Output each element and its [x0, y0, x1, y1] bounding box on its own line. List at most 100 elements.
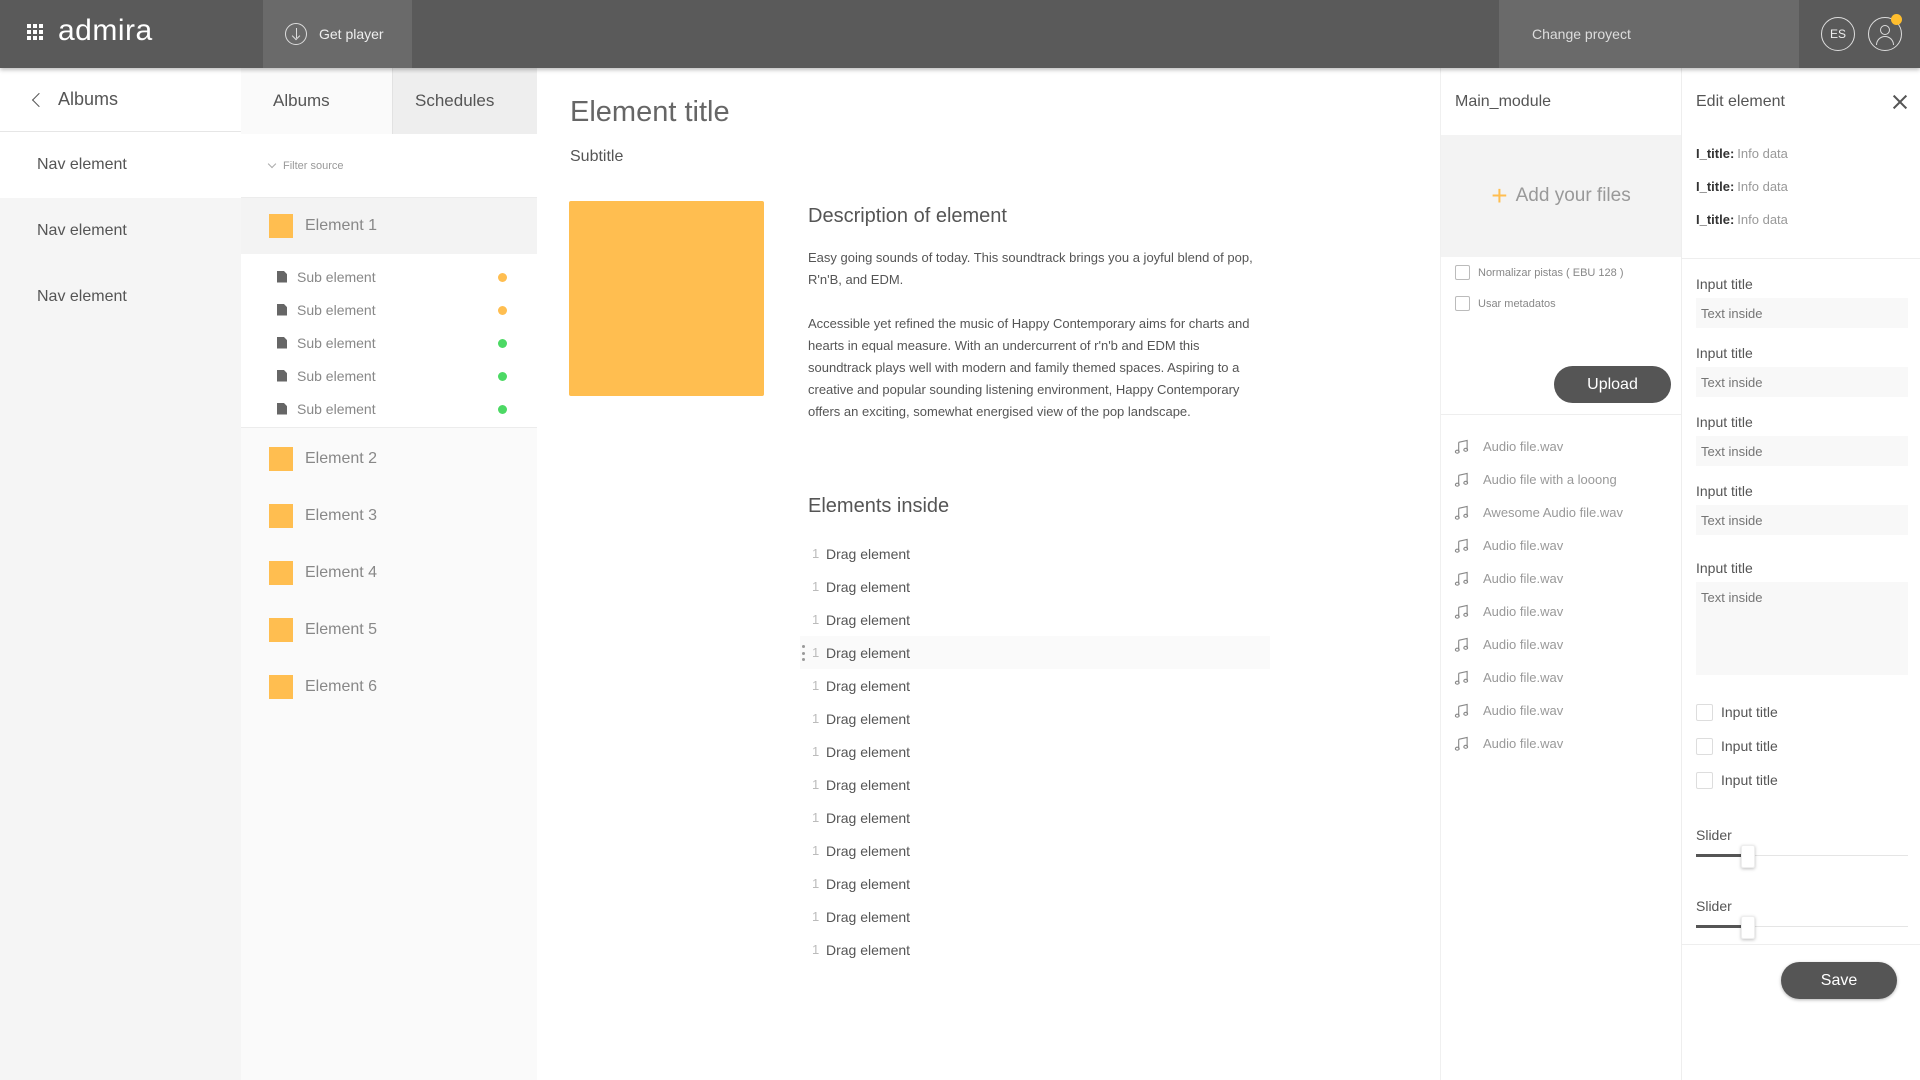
- info-list: I_title: Info data I_title: Info data I_ti…: [1682, 135, 1920, 259]
- slider-thumb[interactable]: [1741, 845, 1755, 868]
- drag-item[interactable]: 1 Drag element: [800, 900, 1270, 933]
- drag-handle-icon[interactable]: [802, 645, 805, 661]
- drag-item[interactable]: 1 Drag element: [800, 669, 1270, 702]
- drag-list: 1 Drag element 1 Drag element 1 Drag elemen…: [800, 537, 1270, 966]
- file-item[interactable]: Audio file.wav: [1454, 430, 1679, 463]
- checkbox[interactable]: [1696, 703, 1713, 721]
- text-input[interactable]: [1696, 505, 1908, 535]
- drag-item[interactable]: 1 Drag element: [800, 537, 1270, 570]
- description-paragraph: Accessible yet refined the music of Happ…: [808, 316, 1250, 419]
- drag-item-number: 1: [812, 678, 820, 693]
- sub-element[interactable]: Sub element: [241, 260, 537, 293]
- drag-item[interactable]: 1 Drag element: [800, 801, 1270, 834]
- drag-item[interactable]: 1 Drag element: [800, 603, 1270, 636]
- albums-panel: Albums Schedules Filter source Element 1…: [241, 68, 537, 1080]
- sub-element[interactable]: Sub element: [241, 293, 537, 326]
- back-to-albums[interactable]: Albums: [0, 68, 241, 132]
- checkbox-row[interactable]: Input title: [1682, 729, 1920, 763]
- get-player-button[interactable]: Get player: [263, 0, 412, 68]
- info-row: I_title: Info data: [1696, 203, 1920, 236]
- checkbox-row[interactable]: Input title: [1682, 763, 1920, 797]
- nav-item[interactable]: Nav element: [0, 264, 241, 330]
- dropzone-label: Add your files: [1515, 185, 1631, 206]
- info-value: Info data: [1737, 212, 1788, 227]
- music-note-icon: [1454, 571, 1469, 586]
- save-button[interactable]: Save: [1781, 962, 1897, 999]
- element-thumbnail: [269, 214, 293, 238]
- slider[interactable]: [1696, 914, 1908, 940]
- file-item[interactable]: Audio file.wav: [1454, 628, 1679, 661]
- drag-item[interactable]: 1 Drag element: [800, 834, 1270, 867]
- file-item[interactable]: Audio file.wav: [1454, 661, 1679, 694]
- file-name: Audio file.wav: [1483, 637, 1564, 652]
- element-label: Element 1: [305, 217, 378, 234]
- file-item[interactable]: Audio file.wav: [1454, 529, 1679, 562]
- chevron-down-icon: [267, 159, 277, 168]
- checkbox-row[interactable]: Input title: [1682, 695, 1920, 729]
- nav-item[interactable]: Nav element: [0, 198, 241, 264]
- drag-item[interactable]: 1 Drag element: [800, 768, 1270, 801]
- textarea-input[interactable]: [1696, 582, 1908, 675]
- music-note-icon: [1454, 637, 1469, 652]
- drag-item[interactable]: 1 Drag element: [800, 636, 1270, 669]
- tab-albums[interactable]: Albums: [241, 68, 392, 134]
- language-selector[interactable]: ES: [1821, 17, 1855, 51]
- slider-thumb[interactable]: [1741, 916, 1755, 939]
- checkbox-label: Input title: [1721, 704, 1778, 720]
- download-icon: [285, 23, 307, 45]
- slider[interactable]: [1696, 843, 1908, 869]
- file-item[interactable]: Audio file.wav: [1454, 694, 1679, 727]
- checkbox[interactable]: [1696, 771, 1713, 789]
- album-element[interactable]: Element 3: [241, 487, 537, 544]
- document-icon: [277, 303, 287, 316]
- text-input[interactable]: [1696, 298, 1908, 328]
- drag-item-label: Drag element: [826, 578, 911, 595]
- drag-item[interactable]: 1 Drag element: [800, 933, 1270, 966]
- sub-element[interactable]: Sub element: [241, 359, 537, 392]
- normalize-checkbox[interactable]: [1455, 265, 1470, 280]
- metadata-checkbox[interactable]: [1455, 296, 1470, 311]
- file-item[interactable]: Audio file with a looong: [1454, 463, 1679, 496]
- album-element[interactable]: Element 5: [241, 601, 537, 658]
- upload-button[interactable]: Upload: [1554, 366, 1671, 403]
- apps-grid-icon[interactable]: [27, 24, 43, 40]
- field-label: Input title: [1696, 560, 1753, 576]
- drag-item[interactable]: 1 Drag element: [800, 735, 1270, 768]
- normalize-checkbox-row[interactable]: Normalizar pistas ( EBU 128 ): [1441, 257, 1681, 288]
- status-dot: [498, 273, 507, 282]
- nav-item[interactable]: Nav element: [0, 132, 241, 198]
- file-item[interactable]: Audio file.wav: [1454, 595, 1679, 628]
- drag-item-number: 1: [812, 810, 820, 825]
- drag-item[interactable]: 1 Drag element: [800, 570, 1270, 603]
- album-element[interactable]: Element 4: [241, 544, 537, 601]
- file-item[interactable]: Awesome Audio file.wav: [1454, 496, 1679, 529]
- metadata-checkbox-row[interactable]: Usar metadatos: [1441, 288, 1681, 319]
- close-icon[interactable]: [1893, 95, 1907, 109]
- field-label: Input title: [1696, 414, 1753, 430]
- music-note-icon: [1454, 604, 1469, 619]
- element-cover-image: [569, 201, 764, 396]
- get-player-label: Get player: [319, 26, 384, 42]
- text-input[interactable]: [1696, 436, 1908, 466]
- album-element[interactable]: Element 6: [241, 658, 537, 715]
- drag-item[interactable]: 1 Drag element: [800, 867, 1270, 900]
- sub-element[interactable]: Sub element: [241, 326, 537, 359]
- tab-schedules[interactable]: Schedules: [392, 68, 537, 134]
- file-dropzone[interactable]: + Add your files: [1441, 135, 1681, 257]
- drag-item-label: Drag element: [826, 908, 911, 925]
- element-thumbnail: [269, 560, 293, 585]
- checkbox[interactable]: [1696, 737, 1713, 755]
- drag-item[interactable]: 1 Drag element: [800, 702, 1270, 735]
- file-item[interactable]: Audio file.wav: [1454, 727, 1679, 760]
- app-logo[interactable]: admira: [58, 14, 153, 48]
- slider-fill: [1696, 854, 1743, 857]
- drag-item-number: 1: [812, 546, 820, 561]
- text-input[interactable]: [1696, 367, 1908, 397]
- filter-source-dropdown[interactable]: Filter source: [241, 134, 537, 198]
- file-item[interactable]: Audio file.wav: [1454, 562, 1679, 595]
- form-field: Input title: [1682, 560, 1920, 675]
- album-element[interactable]: Element 1: [241, 198, 537, 254]
- sub-element[interactable]: Sub element: [241, 392, 537, 425]
- album-element[interactable]: Element 2: [241, 430, 537, 487]
- change-project-button[interactable]: Change proyect: [1499, 0, 1799, 68]
